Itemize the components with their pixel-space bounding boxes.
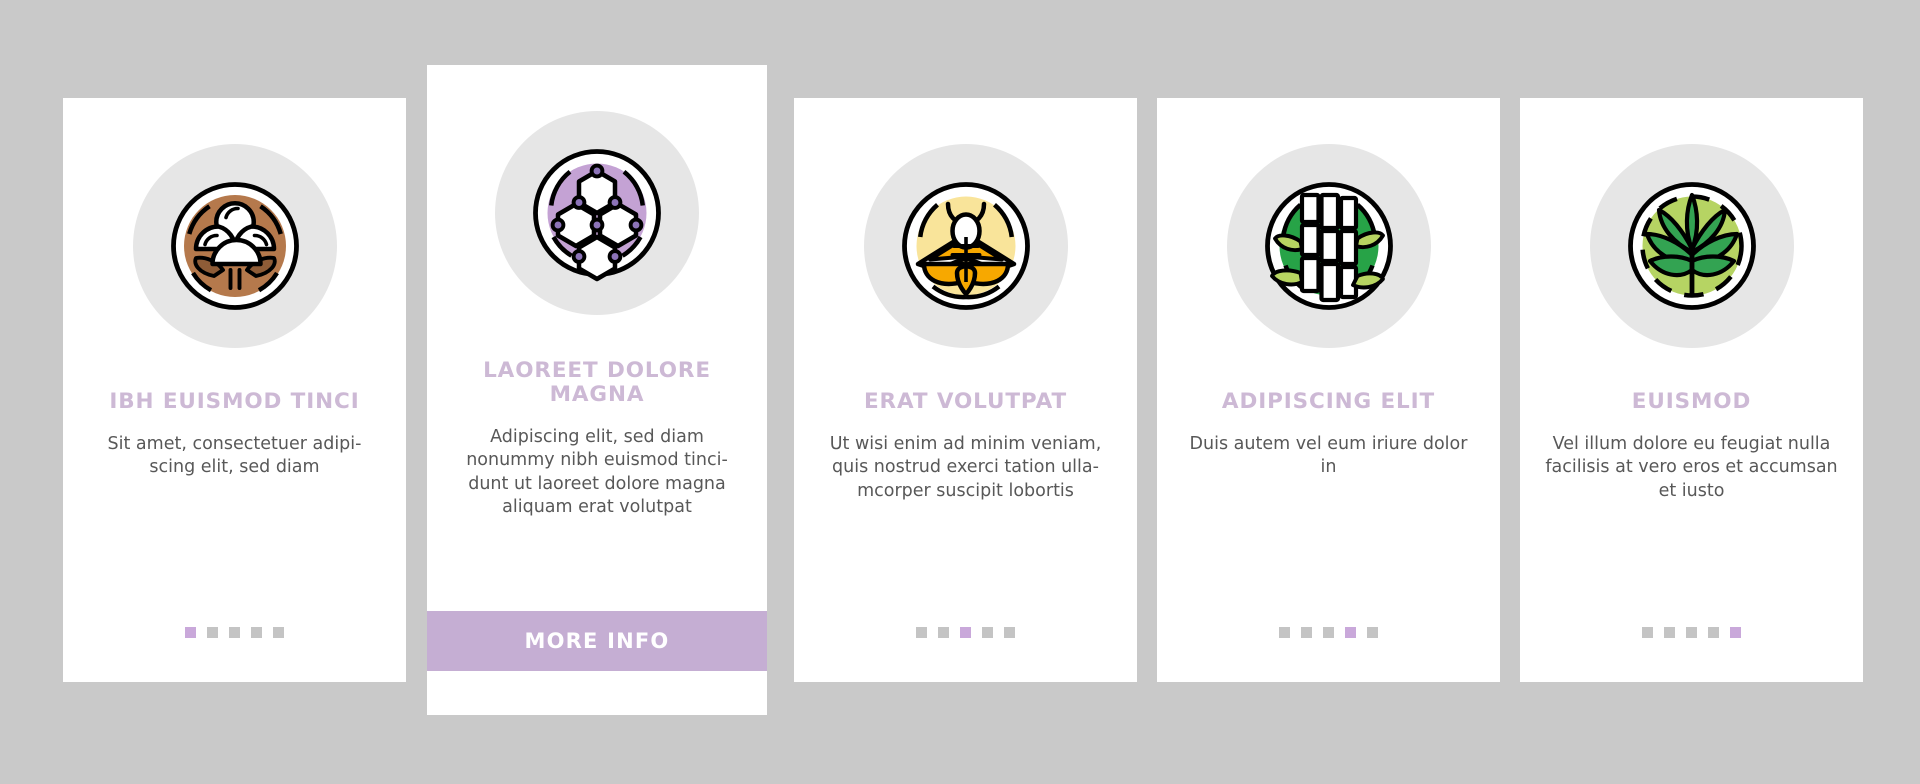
pagination-dot[interactable] [1686, 627, 1697, 638]
onboarding-screens-stage: IBH EUISMOD TINCI Sit amet, consectetuer… [0, 0, 1920, 784]
icon-container-4 [1157, 144, 1500, 348]
pagination-dot[interactable] [1279, 627, 1290, 638]
card-body-4: Duis autem vel eum iriure dolor in [1189, 434, 1468, 478]
onboarding-card-2[interactable]: LAOREET DOLORE MAGNA Adipiscing elit, se… [427, 65, 767, 715]
pagination-dots-4[interactable] [1279, 627, 1378, 638]
pagination-dot[interactable] [1664, 627, 1675, 638]
card-title-3: ERAT VOLUTPAT [863, 389, 1068, 414]
icon-container-2 [427, 111, 767, 315]
card-body-1: Sit amet, consectetuer adipi- scing elit… [107, 434, 362, 478]
icon-disc-2 [495, 111, 699, 315]
pagination-dot[interactable] [1642, 627, 1653, 638]
pagination-dot[interactable] [916, 627, 927, 638]
pagination-dots-3[interactable] [916, 627, 1015, 638]
pagination-dots-1[interactable] [185, 627, 284, 638]
card-title-1: IBH EUISMOD TINCI [109, 389, 360, 414]
icon-container-3 [794, 144, 1137, 348]
pagination-dot[interactable] [1730, 627, 1741, 638]
pagination-dot[interactable] [229, 627, 240, 638]
icon-disc-1 [132, 144, 337, 348]
pagination-dot[interactable] [273, 627, 284, 638]
cotton-boll-icon [170, 182, 299, 310]
icon-disc-5 [1589, 144, 1794, 348]
onboarding-card-4[interactable]: ADIPISCING ELIT Duis autem vel eum iriur… [1157, 98, 1500, 682]
icon-disc-3 [863, 144, 1068, 348]
card-body-5: Vel illum dolore eu feugiat nulla facili… [1545, 434, 1838, 501]
silk-moth-icon [901, 182, 1030, 310]
icon-container-5 [1520, 144, 1863, 348]
pagination-dot[interactable] [1004, 627, 1015, 638]
onboarding-card-3[interactable]: ERAT VOLUTPAT Ut wisi enim ad minim veni… [794, 98, 1137, 682]
more-info-button[interactable]: MORE INFO [427, 611, 767, 671]
molecule-hexagon-icon [533, 149, 661, 282]
pagination-dot[interactable] [938, 627, 949, 638]
card-body-2: Adipiscing elit, sed diam nonummy nibh e… [466, 427, 728, 517]
pagination-dot[interactable] [207, 627, 218, 638]
pagination-dot[interactable] [1323, 627, 1334, 638]
hemp-leaf-icon [1627, 182, 1756, 310]
bamboo-icon [1264, 182, 1393, 310]
icon-container-1 [63, 144, 406, 348]
pagination-dot[interactable] [982, 627, 993, 638]
pagination-dot[interactable] [960, 627, 971, 638]
pagination-dot[interactable] [1708, 627, 1719, 638]
pagination-dots-5[interactable] [1642, 627, 1741, 638]
card-title-5: EUISMOD [1631, 389, 1752, 414]
pagination-dot[interactable] [185, 627, 196, 638]
onboarding-card-1[interactable]: IBH EUISMOD TINCI Sit amet, consectetuer… [63, 98, 406, 682]
pagination-dot[interactable] [251, 627, 262, 638]
pagination-dot[interactable] [1367, 627, 1378, 638]
onboarding-card-5[interactable]: EUISMOD Vel illum dolore eu feugiat null… [1520, 98, 1863, 682]
pagination-dot[interactable] [1301, 627, 1312, 638]
card-title-4: ADIPISCING ELIT [1221, 389, 1436, 414]
card-body-3: Ut wisi enim ad minim veniam, quis nostr… [829, 434, 1102, 501]
card-title-2: LAOREET DOLORE MAGNA [483, 358, 711, 408]
card-footer-2 [427, 671, 767, 715]
pagination-dot[interactable] [1345, 627, 1356, 638]
icon-disc-4 [1226, 144, 1431, 348]
